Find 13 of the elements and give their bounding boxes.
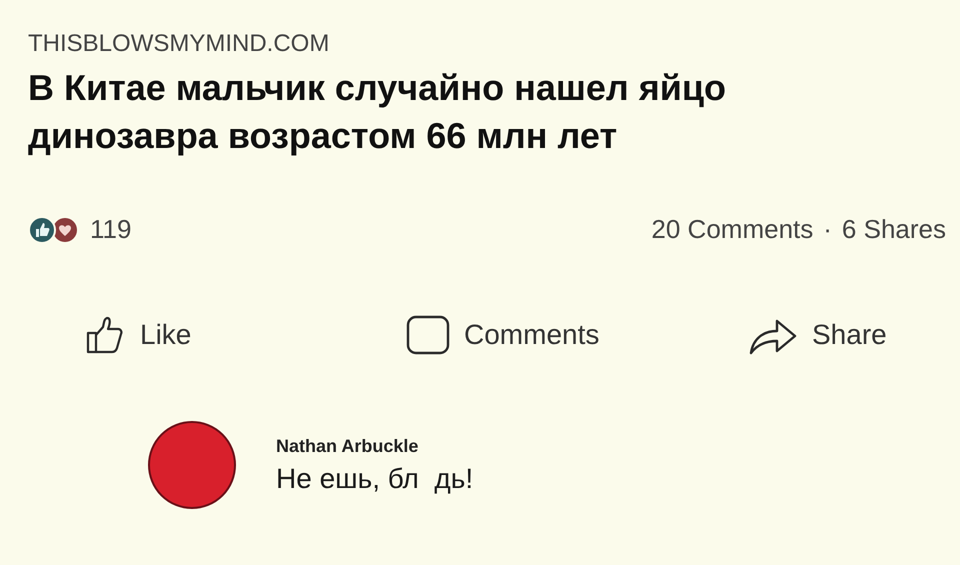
shares-count[interactable]: 6 Shares bbox=[842, 214, 946, 245]
comment-button[interactable]: Comments bbox=[406, 315, 748, 355]
source-label: THISBLOWSMYMIND.COM bbox=[28, 30, 330, 58]
reaction-count: 119 bbox=[90, 214, 132, 245]
reaction-icons bbox=[28, 216, 80, 244]
like-button[interactable]: Like bbox=[86, 315, 406, 355]
comment-author[interactable]: Nathan Arbuckle bbox=[276, 436, 418, 456]
speech-box-icon bbox=[406, 315, 450, 355]
comments-count[interactable]: 20 Comments bbox=[651, 214, 814, 245]
separator-dot: · bbox=[823, 214, 832, 245]
comment-text: Не ешь, бл дь! bbox=[276, 462, 474, 494]
share-button[interactable]: Share bbox=[748, 315, 887, 355]
post-headline: В Китае мальчик случайно нашел яйцо динозавра возрастом 66 млн лет bbox=[28, 66, 727, 158]
